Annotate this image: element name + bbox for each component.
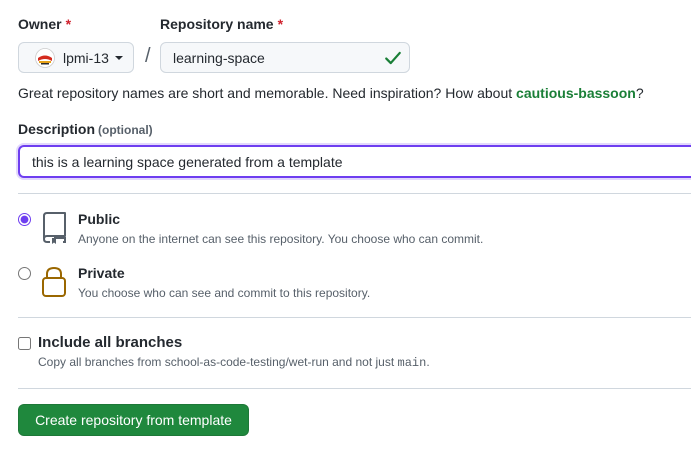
public-description: Anyone on the internet can see this repo…: [78, 232, 484, 246]
private-title: Private: [78, 265, 125, 281]
private-radio[interactable]: [18, 267, 31, 280]
public-title: Public: [78, 211, 121, 227]
repo-book-icon: [43, 212, 66, 244]
divider: [18, 317, 691, 318]
owner-repo-separator: /: [145, 45, 151, 67]
branch-name-code: main: [397, 356, 427, 370]
description-input[interactable]: [18, 145, 691, 178]
optional-tag: (optional): [98, 123, 153, 137]
include-branches-checkbox[interactable]: [18, 337, 31, 350]
owner-label: Owner *: [18, 16, 71, 32]
name-hint-text: Great repository names are short and mem…: [18, 85, 517, 101]
repository-name-label-text: Repository name: [160, 16, 274, 32]
divider: [18, 388, 691, 389]
public-radio[interactable]: [18, 213, 31, 226]
owner-select-button[interactable]: lpmi-13: [18, 42, 134, 73]
divider: [18, 193, 691, 194]
required-mark: *: [65, 16, 72, 32]
description-label: Description (optional): [18, 121, 153, 139]
avatar: [35, 47, 55, 68]
private-description: You choose who can see and commit to thi…: [78, 286, 371, 300]
repository-name-label: Repository name *: [160, 16, 283, 32]
owner-name: lpmi-13: [63, 49, 109, 66]
repository-name-input[interactable]: [160, 42, 410, 73]
include-branches-title: Include all branches: [38, 334, 183, 351]
check-icon: [385, 51, 401, 65]
owner-label-text: Owner: [18, 16, 62, 32]
name-hint: Great repository names are short and mem…: [18, 85, 644, 101]
name-suggestion-link[interactable]: cautious-bassoon: [516, 85, 636, 101]
lock-icon: [42, 266, 66, 297]
include-branches-description: Copy all branches from school-as-code-te…: [38, 355, 430, 370]
chevron-down-icon: [114, 55, 123, 60]
description-label-text: Description: [18, 121, 96, 137]
required-mark: *: [277, 16, 284, 32]
create-repository-button[interactable]: Create repository from template: [18, 404, 249, 436]
branches-desc-prefix: Copy all branches from school-as-code-te…: [38, 355, 398, 369]
branches-desc-suffix: .: [426, 355, 430, 369]
name-hint-end: ?: [635, 85, 644, 101]
